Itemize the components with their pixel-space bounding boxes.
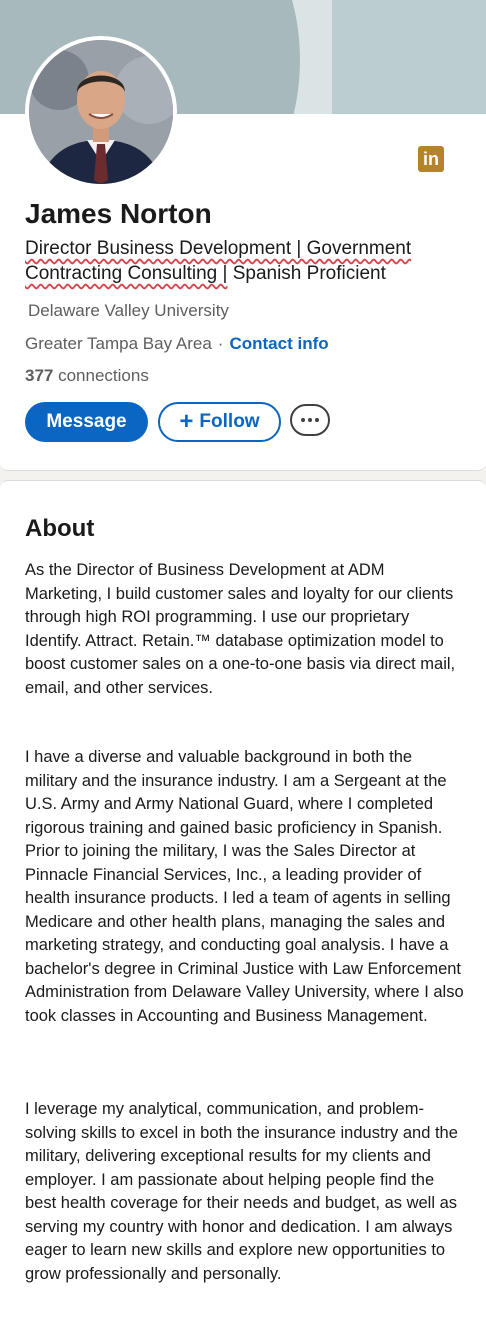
profile-school[interactable]: Delaware Valley University — [28, 301, 229, 321]
more-horizontal-icon — [315, 418, 319, 422]
message-button[interactable]: Message — [25, 402, 148, 442]
about-paragraph: I have a diverse and valuable background… — [25, 748, 464, 1025]
profile-location: Greater Tampa Bay Area — [25, 334, 212, 353]
about-card: About As the Director of Business Develo… — [0, 480, 486, 1334]
follow-button[interactable]: + Follow — [158, 402, 281, 442]
about-title: About — [25, 515, 95, 542]
connections-label: connections — [53, 366, 149, 385]
separator-dot: · — [217, 334, 224, 353]
follow-button-label: Follow — [199, 411, 260, 432]
profile-headline: Director Business Development | Governme… — [25, 236, 465, 286]
profile-location-row: Greater Tampa Bay Area · Contact info — [25, 334, 329, 354]
about-paragraph: I leverage my analytical, communication,… — [25, 1100, 458, 1283]
about-paragraph: As the Director of Business Development … — [25, 561, 456, 697]
more-actions-button[interactable] — [290, 404, 330, 436]
linkedin-icon[interactable]: in — [418, 146, 444, 172]
avatar[interactable] — [25, 36, 177, 188]
contact-info-link[interactable]: Contact info — [229, 334, 328, 353]
more-horizontal-icon — [308, 418, 312, 422]
avatar-photo — [29, 40, 173, 184]
message-button-label: Message — [46, 411, 127, 432]
profile-name: James Norton — [25, 198, 212, 229]
profile-card: in James Norton Director Business Develo… — [0, 0, 486, 471]
more-horizontal-icon — [301, 418, 305, 422]
headline-text: Spanish Proficient — [227, 263, 386, 284]
connections-count-row[interactable]: 377 connections — [25, 366, 149, 386]
banner-shape-right — [332, 0, 486, 114]
plus-icon: + — [179, 408, 194, 435]
connections-count: 377 — [25, 366, 54, 385]
